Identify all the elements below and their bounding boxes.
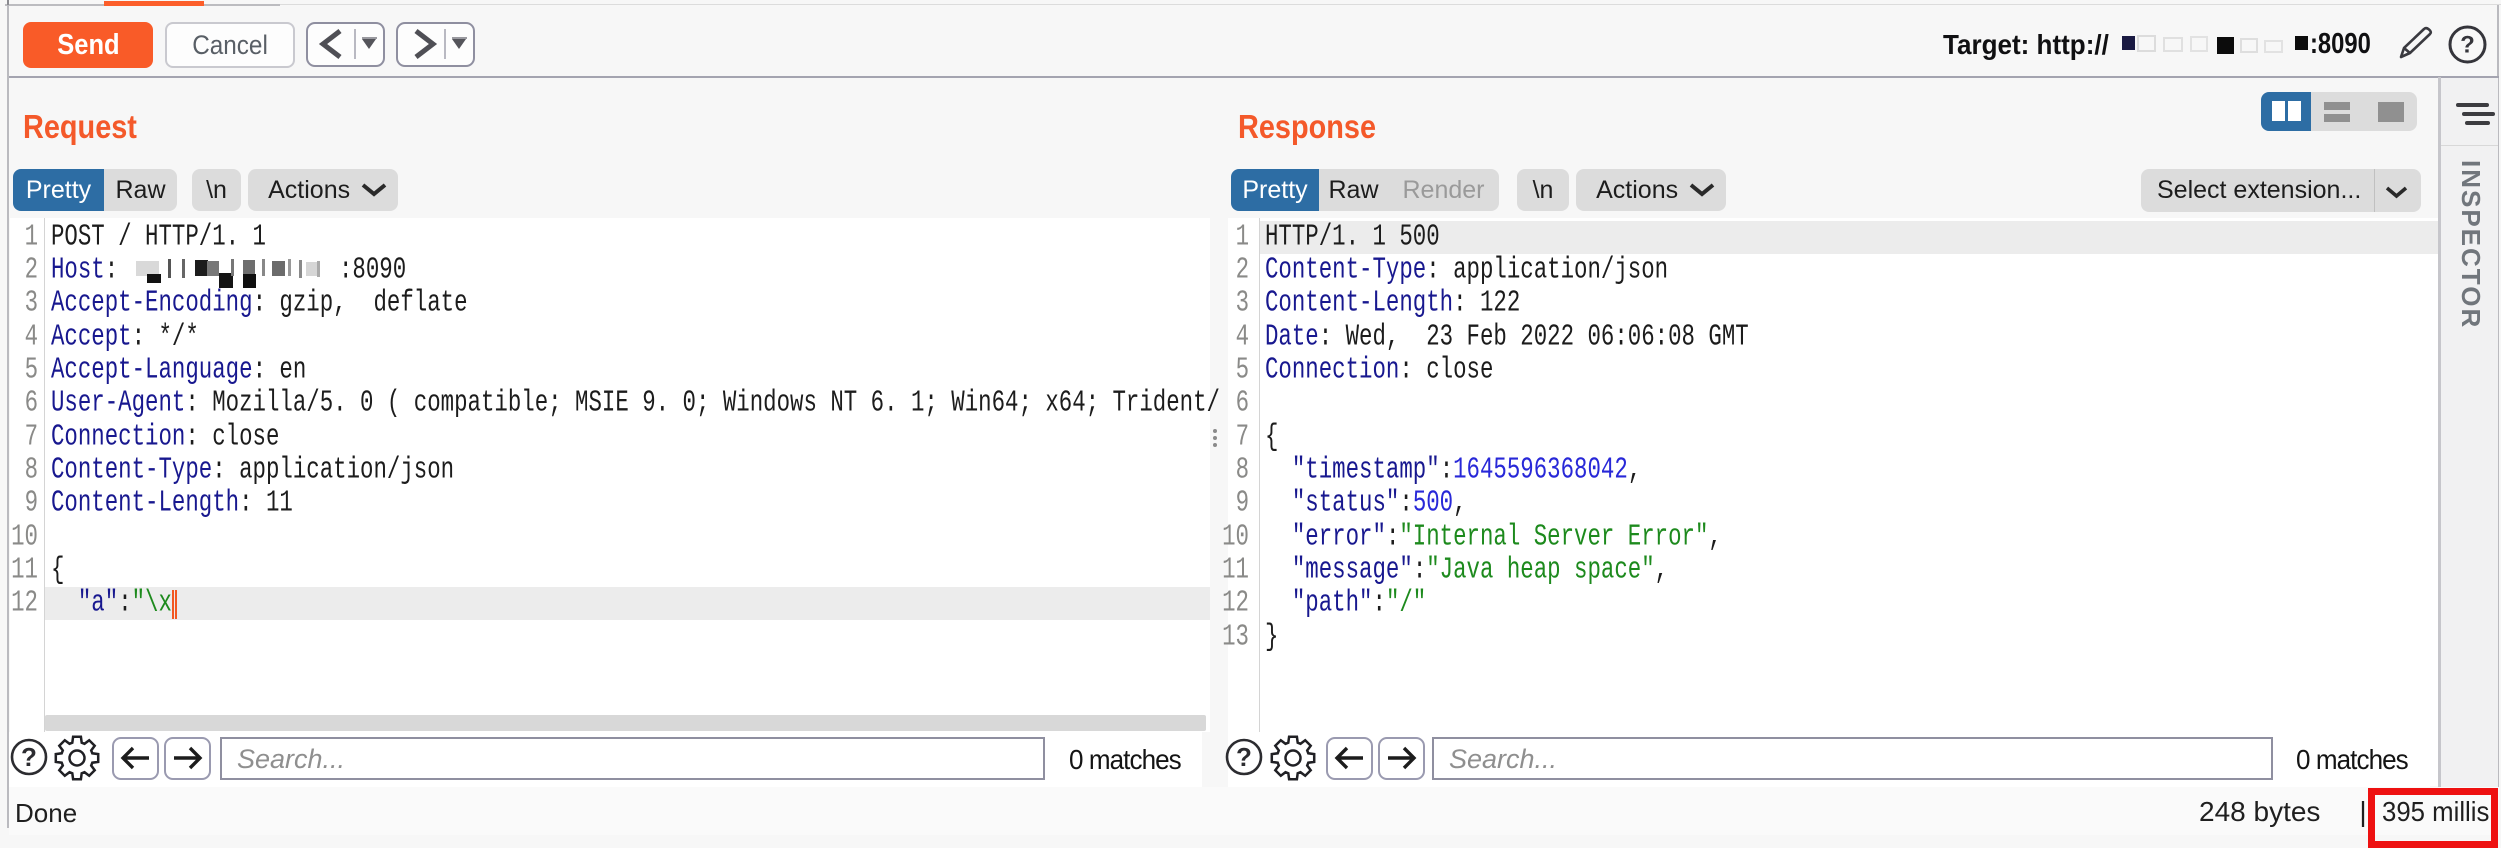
svg-text:?: ? <box>21 742 37 772</box>
svg-text:?: ? <box>2460 32 2475 59</box>
svg-text:?: ? <box>1236 742 1252 772</box>
